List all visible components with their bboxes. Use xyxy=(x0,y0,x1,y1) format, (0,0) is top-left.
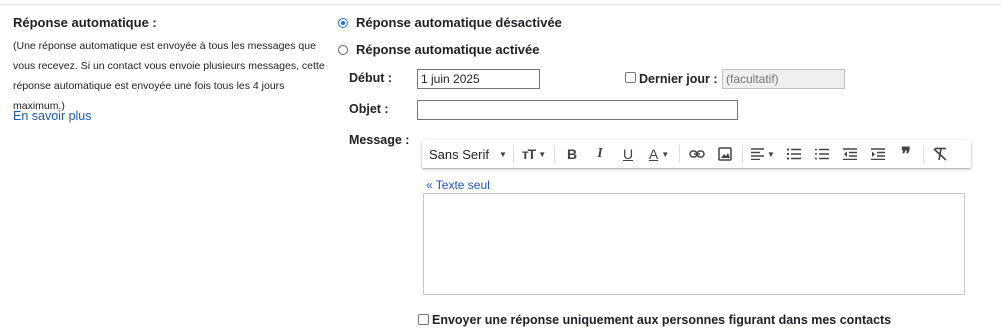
toolbar-divider xyxy=(679,145,680,163)
bulleted-list-button[interactable] xyxy=(808,140,836,168)
description-line: vous recevez. Si un contact vous envoie … xyxy=(13,60,325,72)
numbered-list-button[interactable] xyxy=(780,140,808,168)
section-description: (Une réponse automatique est envoyée à t… xyxy=(13,36,335,116)
learn-more-link[interactable]: En savoir plus xyxy=(13,109,92,123)
font-family-value: Sans Serif xyxy=(429,146,489,162)
section-title: Réponse automatique : xyxy=(13,15,157,30)
remove-formatting-button[interactable] xyxy=(927,140,953,168)
numbered-list-icon xyxy=(787,148,801,160)
toolbar-divider xyxy=(554,145,555,163)
plain-text-link[interactable]: « Texte seul xyxy=(426,178,490,192)
chevron-down-icon: ▼ xyxy=(498,149,507,159)
align-left-icon xyxy=(751,148,765,160)
bulleted-list-icon xyxy=(815,148,829,160)
quote-icon: ❞ xyxy=(901,143,911,164)
message-editor[interactable] xyxy=(423,193,965,295)
link-icon xyxy=(689,150,705,158)
last-day-checkbox[interactable] xyxy=(625,72,636,83)
toolbar-divider xyxy=(513,145,514,163)
toolbar-divider xyxy=(742,145,743,163)
chevron-down-icon: ▼ xyxy=(767,149,775,159)
insert-link-button[interactable] xyxy=(683,140,711,168)
remove-formatting-icon xyxy=(933,147,947,161)
italic-button[interactable]: I xyxy=(586,140,614,168)
font-family-select[interactable]: Sans Serif ▼ xyxy=(422,140,510,168)
formatting-toolbar: Sans Serif ▼ ᴛT ▼ B I U A ▼ ▼ ❞ xyxy=(422,140,971,168)
align-button[interactable]: ▼ xyxy=(746,140,780,168)
chevron-down-icon: ▼ xyxy=(538,149,547,159)
insert-image-button[interactable] xyxy=(711,140,739,168)
description-line: réponse automatique est envoyée une fois… xyxy=(13,80,285,92)
last-day-label: Dernier jour : xyxy=(639,72,718,86)
text-color-button[interactable]: A ▼ xyxy=(642,140,676,168)
chevron-down-icon: ▼ xyxy=(661,149,670,159)
text-color-icon: A xyxy=(648,146,659,162)
start-date-input[interactable] xyxy=(417,69,540,89)
autoreply-on-radio[interactable] xyxy=(338,44,348,55)
bold-icon: B xyxy=(566,146,578,162)
toolbar-divider xyxy=(923,145,924,163)
image-icon xyxy=(718,147,732,161)
last-day-input[interactable] xyxy=(722,69,845,89)
indent-less-button[interactable] xyxy=(836,140,864,168)
subject-input[interactable] xyxy=(417,100,738,120)
top-divider xyxy=(0,4,1001,5)
contacts-only-checkbox[interactable] xyxy=(418,314,429,325)
autoreply-on-label: Réponse automatique activée xyxy=(356,42,540,57)
autoreply-off-label: Réponse automatique désactivée xyxy=(356,15,562,30)
italic-icon: I xyxy=(597,146,603,161)
indent-less-icon xyxy=(843,148,857,160)
start-date-label: Début : xyxy=(349,71,393,85)
contacts-only-label: Envoyer une réponse uniquement aux perso… xyxy=(432,313,892,327)
autoreply-on-option[interactable]: Réponse automatique activée xyxy=(338,42,540,57)
indent-more-button[interactable] xyxy=(864,140,892,168)
quote-button[interactable]: ❞ xyxy=(892,140,920,168)
subject-label: Objet : xyxy=(349,102,389,116)
autoreply-off-radio[interactable] xyxy=(338,17,348,28)
text-size-icon: ᴛT xyxy=(521,146,536,162)
underline-button[interactable]: U xyxy=(614,140,642,168)
indent-more-icon xyxy=(871,148,885,160)
font-size-button[interactable]: ᴛT ▼ xyxy=(517,140,551,168)
message-label: Message : xyxy=(349,133,410,147)
autoreply-off-option[interactable]: Réponse automatique désactivée xyxy=(338,15,562,30)
underline-icon: U xyxy=(622,146,634,162)
bold-button[interactable]: B xyxy=(558,140,586,168)
description-line: (Une réponse automatique est envoyée à t… xyxy=(13,40,316,52)
